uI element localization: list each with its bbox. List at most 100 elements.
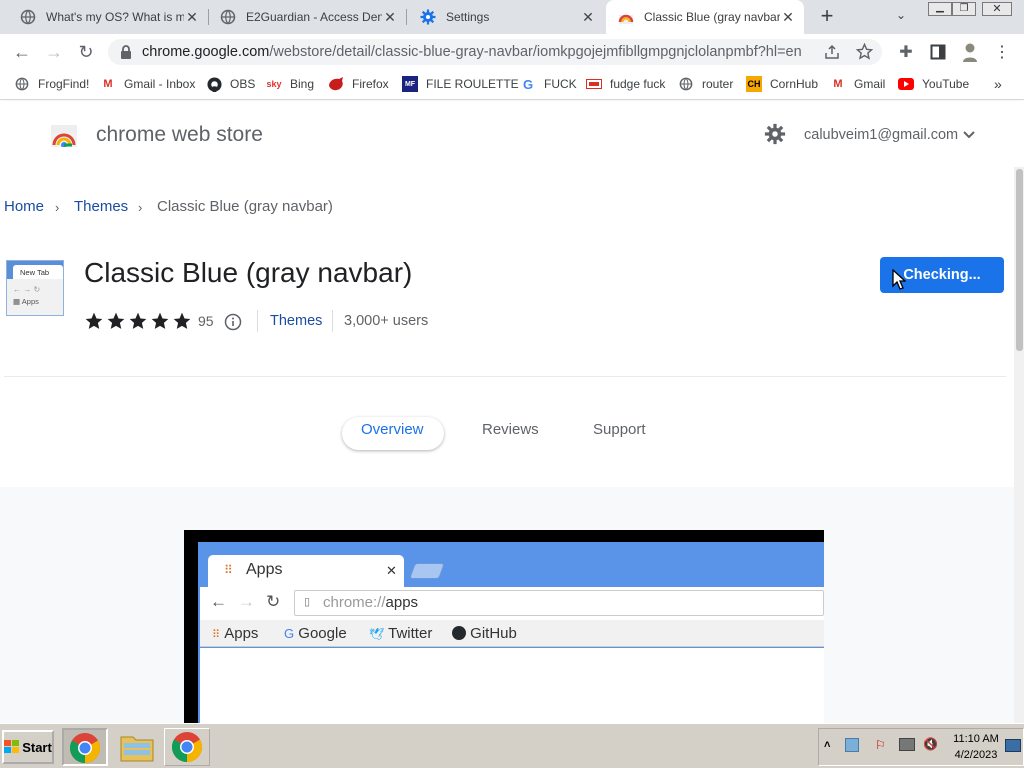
- bookmark-label: Bing: [290, 77, 315, 91]
- rating-stars[interactable]: 95: [84, 310, 214, 332]
- gear-icon[interactable]: [764, 123, 786, 145]
- tray-expand-chevron-icon[interactable]: ˄: [824, 739, 830, 751]
- back-arrow-icon[interactable]: ←: [10, 40, 34, 64]
- store-header: chrome web store calubveim1@gmail.com: [0, 101, 1024, 167]
- tab-reviews[interactable]: Reviews: [482, 421, 539, 438]
- system-tray: ˄ ⚐ 🔇 11:10 AM 4/2/2023: [818, 728, 1024, 766]
- bookmarks-overflow-chevron-icon[interactable]: »: [994, 76, 1002, 92]
- breadcrumb-themes[interactable]: Themes: [74, 198, 128, 215]
- share-icon[interactable]: [824, 44, 840, 60]
- minimize-button[interactable]: ▁: [928, 2, 952, 16]
- kebab-menu-icon[interactable]: ⋮: [990, 40, 1014, 64]
- chevron-down-icon[interactable]: [963, 131, 975, 139]
- bookmark-label: Gmail - Inbox: [124, 77, 196, 91]
- breadcrumb-current: Classic Blue (gray navbar): [157, 198, 333, 215]
- address-bar[interactable]: chrome.google.com/webstore/detail/classi…: [108, 39, 882, 65]
- apps-grid-icon: ⠿: [212, 629, 221, 641]
- github-icon: [206, 76, 222, 92]
- account-email[interactable]: calubveim1@gmail.com: [804, 127, 958, 143]
- install-button-label: Checking...: [903, 267, 981, 283]
- preview-bookmark-label: Google: [298, 625, 347, 642]
- bookmark-item[interactable]: G FUCK: [520, 76, 577, 92]
- bookmark-item[interactable]: fudge fuck: [586, 76, 665, 92]
- divider: [4, 376, 1006, 377]
- taskbar-chrome[interactable]: [164, 728, 210, 766]
- network-icon[interactable]: [899, 738, 915, 751]
- star-bookmark-icon[interactable]: [856, 43, 873, 60]
- store-title[interactable]: chrome web store: [96, 123, 263, 147]
- windows-flag-icon: [4, 740, 20, 753]
- taskbar-chrome-active[interactable]: [62, 728, 108, 766]
- info-icon[interactable]: [224, 313, 242, 331]
- url-text: chrome.google.com/webstore/detail/classi…: [142, 44, 802, 60]
- clock-date[interactable]: 4/2/2023: [951, 749, 1001, 761]
- globe-icon: [220, 9, 236, 25]
- volume-muted-icon[interactable]: 🔇: [923, 737, 938, 751]
- clock-time[interactable]: 11:10 AM: [951, 733, 1001, 745]
- close-icon[interactable]: ✕: [184, 9, 200, 26]
- flag-warning-icon[interactable]: ⚐: [875, 738, 886, 752]
- google-icon: G: [284, 626, 295, 641]
- show-desktop-icon[interactable]: [1005, 739, 1021, 752]
- bookmark-item[interactable]: M Gmail: [830, 76, 885, 92]
- globe-icon: [678, 76, 694, 92]
- bookmark-item[interactable]: Firefox: [328, 76, 389, 92]
- close-icon[interactable]: ✕: [382, 9, 398, 26]
- bookmark-item[interactable]: router: [678, 76, 733, 92]
- tab-title: E2Guardian - Access Denied: [246, 10, 382, 24]
- restore-button[interactable]: ❐: [952, 2, 976, 16]
- github-icon: [452, 626, 466, 640]
- preview-forward-icon: →: [238, 592, 255, 611]
- breadcrumb-separator-icon: ›: [55, 200, 60, 215]
- close-window-button[interactable]: ✕: [982, 2, 1012, 16]
- breadcrumb-home[interactable]: Home: [4, 198, 44, 215]
- reload-icon[interactable]: ↻: [74, 40, 98, 64]
- lock-icon[interactable]: [120, 45, 132, 59]
- url-host: chrome.google.com: [142, 44, 270, 60]
- tab-search-chevron-icon[interactable]: ⌄: [896, 8, 906, 22]
- thumbnail-apps-label: ▦ Apps: [13, 297, 39, 306]
- bookmark-item[interactable]: YouTube: [898, 76, 969, 92]
- preview-address-text: chrome://apps: [323, 594, 418, 611]
- taskbar-file-explorer[interactable]: [116, 728, 158, 766]
- bookmark-item[interactable]: FrogFind!: [14, 76, 89, 92]
- start-button[interactable]: Start: [2, 730, 54, 764]
- tab-classic-blue[interactable]: Classic Blue (gray navbar) - ✕: [606, 0, 804, 34]
- bookmark-label: router: [702, 77, 734, 91]
- tab-e2guardian[interactable]: E2Guardian - Access Denied ✕: [208, 0, 406, 34]
- globe-icon: [14, 76, 30, 92]
- tab-support[interactable]: Support: [593, 421, 646, 438]
- new-tab-button[interactable]: +: [816, 5, 838, 28]
- scrollbar-thumb[interactable]: [1016, 169, 1023, 351]
- tab-title: Classic Blue (gray navbar) -: [644, 10, 780, 24]
- web-store-icon: [618, 14, 634, 24]
- side-panel-icon[interactable]: [926, 40, 950, 64]
- bookmark-item[interactable]: MF FILE ROULETTE: [402, 76, 519, 92]
- bookmark-label: FILE ROULETTE: [426, 77, 519, 91]
- firefox-icon: [328, 76, 344, 92]
- extensions-puzzle-icon[interactable]: ✚: [894, 40, 918, 64]
- bookmark-item[interactable]: sky Bing: [266, 76, 314, 92]
- preview-page-icon: ▯: [304, 596, 311, 608]
- globe-icon: [20, 9, 36, 25]
- close-icon[interactable]: ✕: [580, 9, 596, 26]
- chrome-web-store-logo-icon[interactable]: [50, 123, 78, 147]
- youtube-icon: [898, 76, 914, 92]
- theme-preview-screenshot[interactable]: ⠿ Apps ✕ ← → ↻ ▯ chrome://apps ⠿ Apps G …: [184, 530, 824, 723]
- bookmark-label: Firefox: [352, 77, 389, 91]
- tab-settings[interactable]: Settings ✕: [408, 0, 604, 34]
- profile-avatar-icon[interactable]: [958, 40, 982, 64]
- close-icon[interactable]: ✕: [780, 9, 796, 26]
- item-category-link[interactable]: Themes: [270, 313, 322, 329]
- bookmark-item[interactable]: OBS: [206, 76, 255, 92]
- tab-overview[interactable]: Overview: [361, 421, 424, 438]
- rating-count[interactable]: 95: [198, 313, 214, 329]
- tab-whats-my-os[interactable]: What's my OS? What is my ✕: [8, 0, 208, 34]
- preview-page-body: [200, 648, 824, 723]
- bookmark-item[interactable]: CH CornHub: [746, 76, 818, 92]
- preview-reload-icon: ↻: [266, 592, 281, 611]
- preview-bookmark-label: GitHub: [470, 625, 517, 642]
- bookmark-item[interactable]: M Gmail - Inbox: [100, 76, 195, 92]
- forward-arrow-icon[interactable]: →: [42, 40, 66, 64]
- tray-app-icon[interactable]: [845, 738, 859, 752]
